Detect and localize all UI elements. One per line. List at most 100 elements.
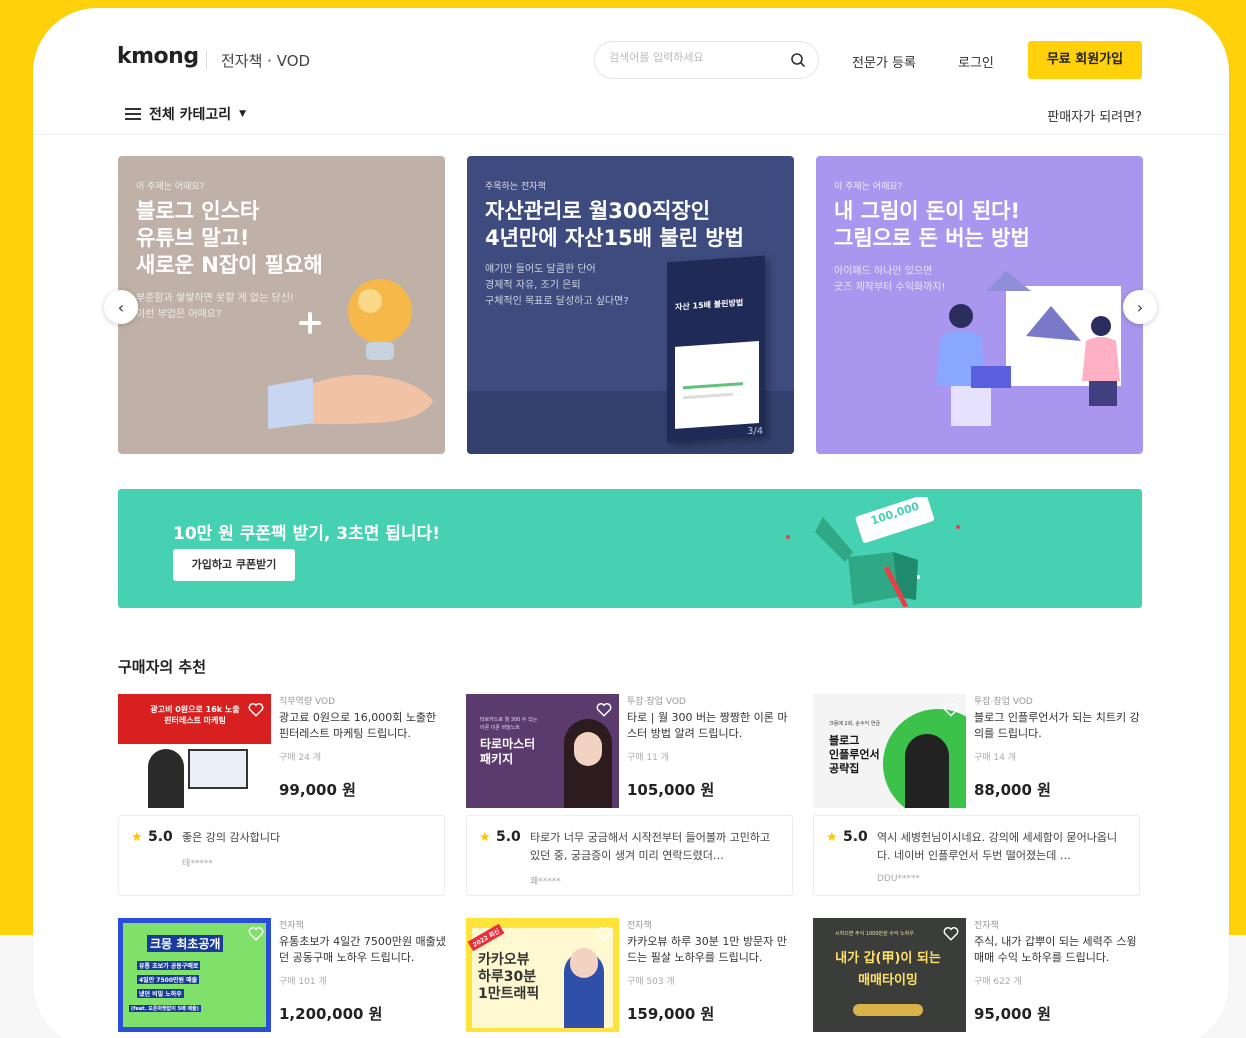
product-price: 105,000 원 — [627, 781, 715, 799]
carousel-next-button[interactable]: › — [1123, 290, 1157, 324]
product-title[interactable]: 카카오뷰 하루 30분 1만 방문자 만드는 필살 노하우를 드립니다. — [627, 934, 795, 966]
search-input[interactable] — [609, 51, 779, 64]
product-thumbnail[interactable]: 크몽에 2회, 순수익 연금 블로그 인플루언서 공략집 — [813, 694, 966, 808]
product-thumbnail[interactable]: 타로카드로 월 300 수 있는 이론 이론 비밀노트 타로마스터 패키지 — [466, 694, 619, 808]
slide-kicker: 이 주제는 어때요? — [834, 182, 903, 192]
review-text: 좋은 강의 감사합니다 — [182, 831, 281, 844]
product-thumbnail[interactable]: 시히으면 주식 1000만원 수익 노하우 내가 갑(甲)이 되는 매매타이밍 — [813, 918, 966, 1032]
heart-icon[interactable] — [595, 924, 613, 942]
thumb-small-caption: 크몽에 2회, 순수익 연금 — [829, 721, 880, 727]
review-user: 쾌***** — [530, 877, 561, 887]
product-price: 99,000 원 — [279, 781, 356, 799]
browser-frame: kmong 전자책 · VOD 전문가 등록 로그인 무료 회원가입 전체 카테… — [33, 8, 1229, 1038]
site-header: kmong 전자책 · VOD 전문가 등록 로그인 무료 회원가입 전체 카테… — [33, 8, 1229, 135]
slide-title: 내 그림이 돈이 된다! 그림으로 돈 버는 방법 — [834, 199, 1030, 250]
product-price: 88,000 원 — [974, 781, 1051, 799]
product-sold-count: 구매 24 개 — [279, 753, 322, 763]
login-link[interactable]: 로그인 — [958, 52, 994, 71]
section-title: 구매자의 추천 — [118, 658, 207, 676]
logo-divider — [206, 50, 207, 70]
product-sold-count: 구매 503 개 — [627, 977, 675, 987]
lightbulb-hand-illustration — [268, 279, 433, 429]
carousel-slide-2[interactable]: 주목하는 전자책 자산관리로 월300직장인 4년만에 자산15배 불린 방법 … — [467, 156, 794, 454]
product-price: 1,200,000 원 — [279, 1005, 383, 1023]
product-price: 95,000 원 — [974, 1005, 1051, 1023]
product-category: 전자책 — [279, 921, 304, 931]
search-icon[interactable] — [790, 52, 806, 68]
carousel-slide-1[interactable]: 이 주제는 어때요? 블로그 인스타 유튜브 말고! 새로운 N잡이 필요해 부… — [118, 156, 445, 454]
get-coupon-button[interactable]: 가입하고 쿠폰받기 — [173, 549, 295, 581]
review-card[interactable]: ★ 5.0 좋은 강의 감사합니다 테***** — [118, 815, 445, 896]
product-sold-count: 구매 101 개 — [279, 977, 327, 987]
heart-icon[interactable] — [942, 924, 960, 942]
thumb-caption: 광고비 0원으로 16k 노출 핀터레스트 마케팅 — [150, 705, 240, 725]
heart-icon[interactable] — [942, 700, 960, 718]
thumb-line: 냈던 비밀 노하우 — [137, 989, 184, 998]
product-category: 투잡·창업 VOD — [627, 697, 686, 707]
review-score: 5.0 — [496, 829, 521, 845]
product-title[interactable]: 유통초보가 4일간 7500만원 매출냈던 공동구매 노하우 드립니다. — [279, 934, 447, 966]
all-categories-label: 전체 카테고리 — [149, 107, 232, 123]
review-score: 5.0 — [148, 829, 173, 845]
review-card[interactable]: ★ 5.0 역시 세병헌님이시네요. 강의에 세세함이 묻어나옵니다. 네이버 … — [813, 815, 1140, 896]
thumb-person — [905, 734, 949, 808]
thumb-line: (feat. 오픈마켓없이 5배 매출) — [129, 1005, 201, 1012]
review-text: 타로가 너무 궁금해서 시작전부터 들어볼까 고민하고 있던 중, 궁금증이 생… — [530, 831, 771, 862]
heart-icon[interactable] — [595, 700, 613, 718]
chevron-left-icon: ‹ — [117, 297, 125, 317]
coupon-promo-banner[interactable]: 10만 원 쿠폰팩 받기, 3초면 됩니다! 가입하고 쿠폰받기 100,000 — [118, 489, 1142, 608]
slide-kicker: 이 주제는 어때요? — [136, 182, 205, 192]
product-title[interactable]: 광고료 0원으로 16,000회 노출한 핀터레스트 마케팅 드립니다. — [279, 710, 447, 742]
thumb-caption: 타로마스터 패키지 — [480, 737, 536, 766]
carousel-prev-button[interactable]: ‹ — [104, 290, 138, 324]
slide-kicker: 주목하는 전자책 — [485, 182, 546, 192]
book-cover: 자산 15배 불린방법 — [667, 255, 765, 443]
become-seller-link[interactable]: 판매자가 되려면? — [1047, 106, 1142, 125]
thumb-inner: 크몽 최초공개 유통 초보가 공동구매로 4일만 7500만원 매출 냈던 비밀… — [123, 923, 266, 1027]
thumb-small-caption: 시히으면 주식 1000만원 수익 노하우 — [835, 931, 914, 937]
thumb-caption: 크몽 최초공개 — [147, 935, 224, 952]
carousel-slide-3[interactable]: 이 주제는 어때요? 내 그림이 돈이 된다! 그림으로 돈 버는 방법 아이패… — [816, 156, 1143, 454]
product-category: 투잡·창업 VOD — [974, 697, 1033, 707]
star-icon: ★ — [479, 830, 491, 845]
signup-button[interactable]: 무료 회원가입 — [1028, 41, 1142, 79]
section-label[interactable]: 전자책 · VOD — [221, 50, 310, 71]
kmong-logo[interactable]: kmong — [117, 44, 199, 69]
product-thumbnail[interactable]: 2022 최신 카카오뷰 하루30분 1만트래픽 — [466, 918, 619, 1032]
gift-box-illustration — [786, 497, 960, 607]
thumb-caption: 블로그 인플루언서 공략집 — [829, 734, 880, 775]
chevron-right-icon: › — [1136, 297, 1144, 317]
slide-counter: 3/4 — [747, 426, 764, 437]
product-category: 직무역량 VOD — [279, 697, 335, 707]
product-sold-count: 구매 14 개 — [974, 753, 1017, 763]
search-box[interactable] — [594, 41, 819, 79]
slide-description: 얘기만 들어도 달콤한 단어 경제적 자유, 조기 은퇴 구체적인 목표로 달성… — [485, 264, 629, 307]
product-sold-count: 구매 11 개 — [627, 753, 670, 763]
heart-icon[interactable] — [247, 924, 265, 942]
product-thumbnail[interactable]: 광고비 0원으로 16k 노출 핀터레스트 마케팅 — [118, 694, 271, 808]
product-sold-count: 구매 622 개 — [974, 977, 1022, 987]
star-icon: ★ — [131, 830, 143, 845]
thumb-gold-bar — [853, 1004, 923, 1016]
review-user: 테***** — [182, 859, 213, 869]
product-thumbnail[interactable]: 크몽 최초공개 유통 초보가 공동구매로 4일만 7500만원 매출 냈던 비밀… — [118, 918, 271, 1032]
book-page — [675, 340, 759, 429]
thumb-monitor — [188, 749, 248, 789]
product-title[interactable]: 타로 | 월 300 버는 짱짱한 이론 마스터 방법 알려 드립니다. — [627, 710, 795, 742]
product-title[interactable]: 블로그 인플루언서가 되는 치트키 강의를 드립니다. — [974, 710, 1142, 742]
review-card[interactable]: ★ 5.0 타로가 너무 궁금해서 시작전부터 들어볼까 고민하고 있던 중, … — [466, 815, 793, 896]
product-price: 159,000 원 — [627, 1005, 715, 1023]
review-text: 역시 세병헌님이시네요. 강의에 세세함이 묻어나옵니다. 네이버 인플루언서 … — [877, 831, 1118, 862]
hamburger-icon — [125, 108, 141, 120]
review-user: DDU***** — [877, 874, 920, 884]
star-icon: ★ — [826, 830, 838, 845]
review-score: 5.0 — [843, 829, 868, 845]
heart-icon[interactable] — [247, 700, 265, 718]
book-title: 자산 15배 불린방법 — [675, 298, 744, 312]
expert-register-link[interactable]: 전문가 등록 — [852, 52, 916, 71]
caret-down-icon: ▼ — [239, 109, 247, 119]
thumb-caption: 카카오뷰 하루30분 1만트래픽 — [478, 952, 540, 1002]
thumb-caption: 내가 갑(甲)이 되는 매매타이밍 — [835, 951, 941, 988]
product-title[interactable]: 주식, 내가 갑뿌이 되는 세력주 스윙매매 수익 노하우를 드립니다. — [974, 934, 1142, 966]
all-categories-menu[interactable]: 전체 카테고리 ▼ — [125, 104, 246, 124]
